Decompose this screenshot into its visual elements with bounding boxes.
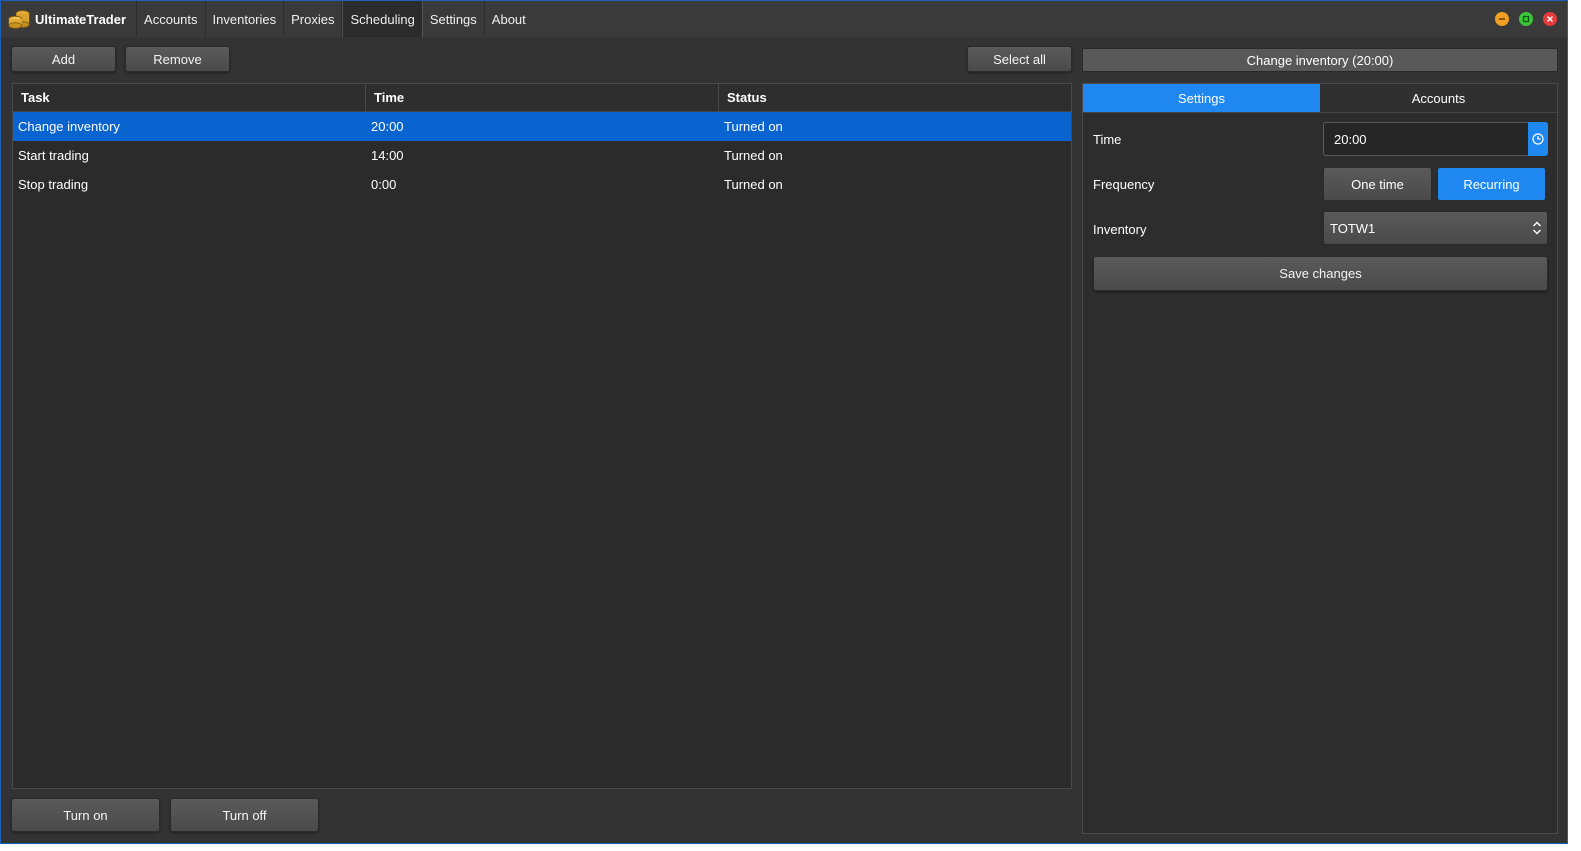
- menu-accounts[interactable]: Accounts: [137, 1, 206, 37]
- task-detail-panel: Settings Accounts Time 20:00 Frequency O…: [1082, 83, 1558, 834]
- save-changes-button[interactable]: Save changes: [1093, 256, 1548, 291]
- time-cell: 14:00: [371, 148, 404, 163]
- add-button[interactable]: Add: [11, 46, 116, 72]
- status-cell: Turned on: [724, 177, 783, 192]
- time-cell: 20:00: [371, 119, 404, 134]
- table-row[interactable]: Change inventory 20:00 Turned on: [13, 112, 1071, 141]
- menu-scheduling[interactable]: Scheduling: [342, 1, 423, 37]
- maximize-button[interactable]: [1519, 12, 1533, 26]
- maximize-icon: [1522, 15, 1530, 23]
- coins-logo-icon: [1, 1, 31, 37]
- table-row[interactable]: Stop trading 0:00 Turned on: [13, 170, 1071, 199]
- turn-off-button[interactable]: Turn off: [170, 798, 319, 832]
- select-all-button[interactable]: Select all: [967, 46, 1072, 72]
- close-button[interactable]: [1543, 12, 1557, 26]
- tasks-table: Task Time Status Change inventory 20:00 …: [12, 83, 1072, 789]
- time-input[interactable]: 20:00: [1323, 122, 1548, 156]
- window-controls: [1495, 12, 1557, 26]
- tab-accounts[interactable]: Accounts: [1320, 84, 1557, 112]
- remove-button[interactable]: Remove: [125, 46, 230, 72]
- minimize-icon: [1499, 18, 1505, 20]
- column-header-task[interactable]: Task: [13, 84, 366, 111]
- menu-about[interactable]: About: [485, 1, 533, 37]
- menu-inventories[interactable]: Inventories: [206, 1, 285, 37]
- clock-icon[interactable]: [1528, 122, 1548, 156]
- column-header-time[interactable]: Time: [366, 84, 719, 111]
- menu-proxies[interactable]: Proxies: [284, 1, 343, 37]
- menu-settings[interactable]: Settings: [423, 1, 485, 37]
- frequency-label: Frequency: [1093, 177, 1155, 192]
- close-icon: [1547, 16, 1553, 22]
- recurring-button[interactable]: Recurring: [1437, 167, 1546, 201]
- table-header: Task Time Status: [13, 84, 1071, 112]
- inventory-select[interactable]: TOTW1: [1323, 211, 1548, 245]
- time-value: 20:00: [1334, 131, 1367, 147]
- up-down-chevron-icon: [1533, 221, 1541, 235]
- inventory-value: TOTW1: [1330, 220, 1376, 236]
- title-bar: UltimateTrader Accounts Inventories Prox…: [1, 1, 1567, 37]
- task-cell: Stop trading: [18, 177, 89, 192]
- one-time-button[interactable]: One time: [1323, 167, 1432, 201]
- turn-on-button[interactable]: Turn on: [11, 798, 160, 832]
- task-cell: Start trading: [18, 148, 89, 163]
- task-cell: Change inventory: [18, 119, 120, 134]
- status-cell: Turned on: [724, 148, 783, 163]
- status-cell: Turned on: [724, 119, 783, 134]
- tab-settings[interactable]: Settings: [1083, 84, 1320, 112]
- minimize-button[interactable]: [1495, 12, 1509, 26]
- detail-tabs: Settings Accounts: [1083, 84, 1557, 113]
- inventory-label: Inventory: [1093, 222, 1147, 237]
- app-title: UltimateTrader: [31, 1, 138, 37]
- app-window: UltimateTrader Accounts Inventories Prox…: [0, 0, 1568, 844]
- time-cell: 0:00: [371, 177, 397, 192]
- time-label: Time: [1093, 132, 1122, 147]
- table-row[interactable]: Start trading 14:00 Turned on: [13, 141, 1071, 170]
- column-header-status[interactable]: Status: [719, 84, 1071, 111]
- task-detail-header: Change inventory (20:00): [1082, 48, 1558, 72]
